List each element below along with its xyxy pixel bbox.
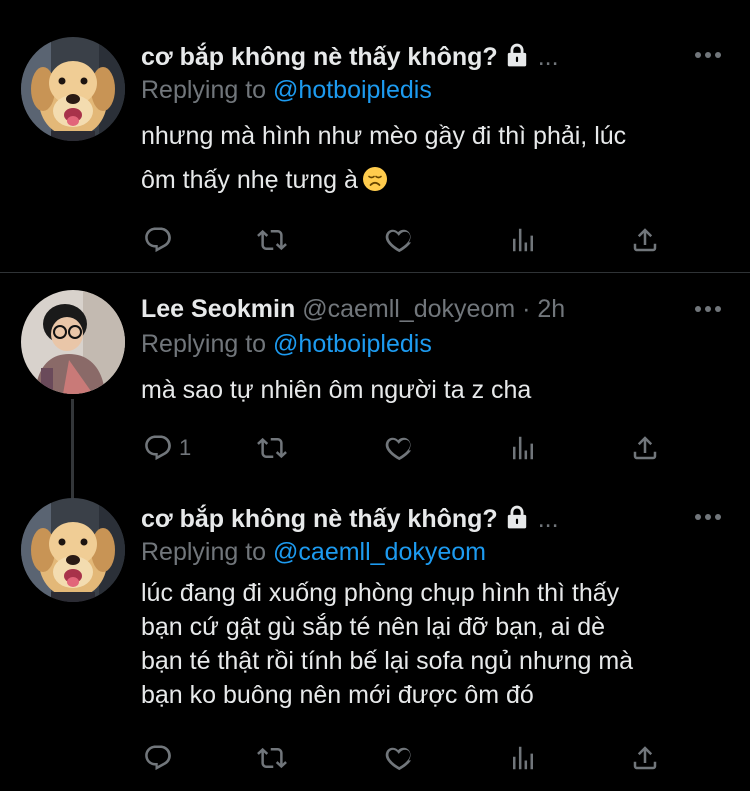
reply-icon — [143, 743, 173, 773]
reply-button[interactable]: 1 — [143, 432, 191, 464]
user-handle[interactable]: @caemll_dokyeom — [302, 295, 515, 323]
avatar[interactable] — [21, 498, 125, 602]
text-line: bạn cứ gật gù sắp té nên lại đỡ bạn, ai … — [141, 613, 606, 641]
reply-icon — [143, 225, 173, 255]
share-icon — [630, 225, 660, 255]
tweet-actions — [141, 742, 681, 774]
tweet[interactable]: cơ bắp không nè thấy không?... Replying … — [0, 0, 750, 272]
person-avatar-image — [21, 290, 125, 394]
tweet-header: cơ bắp không nè thấy không?... — [141, 42, 660, 75]
more-icon[interactable] — [694, 50, 722, 60]
share-icon — [630, 433, 660, 463]
replying-to-label: Replying to — [141, 330, 267, 358]
display-name[interactable]: Lee Seokmin — [141, 295, 295, 323]
text-line: lúc đang đi xuống phòng chụp hình thì th… — [141, 579, 620, 607]
avatar[interactable] — [21, 290, 125, 394]
mention-link[interactable]: @hotboipledis — [273, 76, 432, 104]
more-icon[interactable] — [694, 512, 722, 522]
replying-to-label: Replying to — [141, 538, 267, 566]
like-button[interactable] — [384, 742, 414, 774]
avatar[interactable] — [21, 37, 125, 141]
retweet-button[interactable] — [257, 742, 287, 774]
text-line: nhưng mà hình như mèo gầy đi thì phải, l… — [141, 122, 627, 150]
text-line: mà sao tự nhiên ôm người ta z cha — [141, 376, 532, 404]
share-button[interactable] — [630, 432, 660, 464]
disappointed-face-icon — [362, 162, 388, 206]
header-ellipsis: ... — [537, 43, 559, 71]
tweet-text: nhưng mà hình như mèo gầy đi thì phải, l… — [141, 114, 731, 206]
analytics-icon — [508, 743, 538, 773]
retweet-icon — [257, 225, 287, 255]
like-icon — [384, 743, 414, 773]
tweet-actions: 1 — [141, 432, 681, 464]
reply-button[interactable] — [143, 224, 173, 256]
retweet-button[interactable] — [257, 432, 287, 464]
analytics-button[interactable] — [508, 742, 538, 774]
replying-to-label: Replying to — [141, 76, 267, 104]
tweet-actions — [141, 224, 681, 256]
tweet-header: cơ bắp không nè thấy không?... — [141, 504, 660, 537]
lock-icon — [504, 504, 530, 537]
retweet-icon — [257, 743, 287, 773]
retweet-button[interactable] — [257, 224, 287, 256]
header-separator: · — [522, 295, 531, 323]
like-icon — [384, 433, 414, 463]
analytics-button[interactable] — [508, 224, 538, 256]
tweet-text: lúc đang đi xuống phòng chụp hình thì th… — [141, 576, 731, 712]
like-button[interactable] — [384, 432, 414, 464]
tweet[interactable]: cơ bắp không nè thấy không?... Replying … — [0, 498, 750, 791]
timestamp[interactable]: 2h — [537, 295, 565, 323]
more-icon[interactable] — [694, 304, 722, 314]
retweet-icon — [257, 433, 287, 463]
like-button[interactable] — [384, 224, 414, 256]
tweet-header: Lee Seokmin @caemll_dokyeom · 2h — [141, 294, 660, 324]
text-line: ôm thấy nhẹ tưng à — [141, 166, 358, 194]
dog-avatar-image — [21, 37, 125, 141]
share-button[interactable] — [630, 224, 660, 256]
share-button[interactable] — [630, 742, 660, 774]
reply-count: 1 — [179, 435, 192, 460]
text-line: bạn té thật rồi tính bế lại sofa ngủ như… — [141, 647, 634, 675]
header-ellipsis: ... — [537, 505, 559, 533]
reply-button[interactable] — [143, 742, 173, 774]
like-icon — [384, 225, 414, 255]
replying-to: Replying to @hotboipledis — [141, 329, 432, 359]
replying-to: Replying to @hotboipledis — [141, 75, 432, 105]
thread-line — [71, 399, 74, 499]
display-name[interactable]: cơ bắp không nè thấy không? — [141, 505, 498, 533]
replying-to: Replying to @caemll_dokyeom — [141, 537, 486, 567]
share-icon — [630, 743, 660, 773]
tweet-text: mà sao tự nhiên ôm người ta z cha — [141, 368, 731, 412]
reply-icon — [143, 433, 173, 463]
mention-link[interactable]: @hotboipledis — [273, 330, 432, 358]
analytics-icon — [508, 225, 538, 255]
mention-link[interactable]: @caemll_dokyeom — [273, 538, 486, 566]
analytics-button[interactable] — [508, 432, 538, 464]
dog-avatar-image — [21, 498, 125, 602]
text-line: bạn ko buông nên mới được ôm đó — [141, 681, 534, 709]
tweet[interactable]: Lee Seokmin @caemll_dokyeom · 2h Replyin… — [0, 273, 750, 499]
lock-icon — [504, 42, 530, 75]
analytics-icon — [508, 433, 538, 463]
display-name[interactable]: cơ bắp không nè thấy không? — [141, 43, 498, 71]
